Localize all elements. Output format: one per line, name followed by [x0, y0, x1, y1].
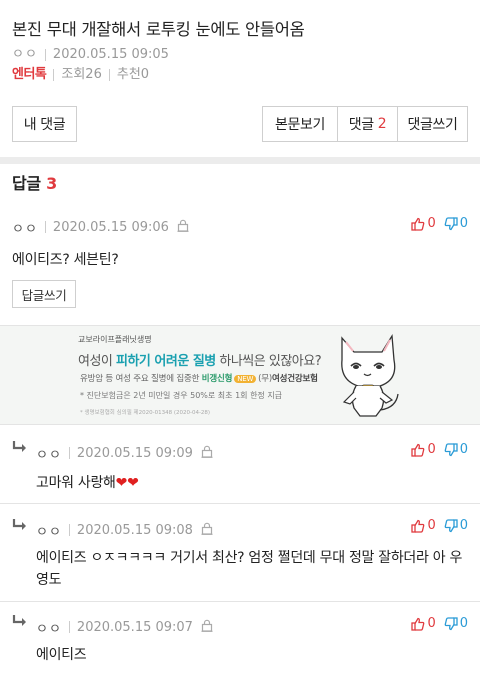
reply-meta: ㅇㅇ 2020.05.15 09:08 — [36, 521, 213, 540]
divider — [68, 524, 70, 536]
reply-datetime: 2020.05.15 09:08 — [76, 522, 193, 538]
ad-description: 유방암 등 여성 주요 질병에 집중한 비갱신형 NEW (무)여성건강보험 — [80, 372, 318, 384]
downvote-count: 0 — [459, 518, 468, 533]
divider — [68, 447, 70, 459]
upvote-count: 0 — [427, 518, 436, 533]
reply-datetime: 2020.05.15 09:09 — [76, 445, 193, 461]
post-likes: 추천0 — [116, 67, 150, 82]
reply-item: ㅇㅇ 2020.05.15 09:08 0 0 에이티즈 ㅇㅈㅋㅋㅋㅋ 거기서 … — [0, 504, 480, 601]
comment-author: ㅇㅇ — [12, 221, 38, 237]
ad-approval: * 생명보험협회 심의필 제2020-01348 (2020-04-28) — [80, 410, 211, 416]
reply-text: 에이티즈 — [36, 647, 87, 663]
reply-arrow-icon — [12, 441, 26, 452]
reply-text: 고마워 사랑해❤❤ — [36, 475, 139, 491]
replies-count: 3 — [46, 174, 57, 193]
reply-button[interactable]: 답글쓰기 — [12, 280, 76, 308]
reply-arrow-icon — [12, 615, 26, 626]
divider — [53, 69, 55, 81]
ad-headline-highlight: 피하기 어려운 질병 — [116, 354, 216, 369]
post-author: ㅇㅇ — [12, 47, 38, 62]
post-meta-stats: 엔터톡 조회26 추천0 — [12, 66, 468, 84]
comment-text: 에이티즈? 세븐틴? — [12, 252, 119, 268]
ad-desc-name: 여성건강보험 — [272, 374, 318, 384]
upvote-button[interactable]: 0 — [411, 442, 436, 457]
downvote-count: 0 — [459, 442, 468, 457]
comments-label: 댓글 — [348, 117, 374, 133]
upvote-button[interactable]: 0 — [411, 518, 436, 533]
post-category-link[interactable]: 엔터톡 — [12, 66, 47, 84]
reply-author: ㅇㅇ — [36, 621, 62, 637]
thumbs-down-icon — [444, 518, 458, 532]
ad-desc-product: 비갱신형 — [201, 374, 233, 384]
upvote-count: 0 — [427, 616, 436, 631]
comment-toolbar: 내 댓글 본문보기 댓글 2 댓글쓰기 — [12, 106, 468, 142]
post-header: 본진 무대 개잘해서 로투킹 눈에도 안들어옴 ㅇㅇ 2020.05.15 09… — [0, 0, 480, 86]
reply-meta: ㅇㅇ 2020.05.15 09:07 — [36, 618, 213, 637]
section-divider — [0, 157, 480, 164]
my-comments-button[interactable]: 내 댓글 — [12, 106, 77, 142]
reply-author: ㅇㅇ — [36, 524, 62, 540]
upvote-count: 0 — [427, 216, 436, 231]
post-views: 조회26 — [61, 67, 102, 82]
ad-desc-pre: 유방암 등 여성 주요 질병에 집중한 — [80, 374, 202, 384]
thumbs-up-icon — [411, 443, 425, 457]
divider — [108, 69, 110, 81]
cat-mascot-icon — [341, 333, 399, 417]
comment-votes: 0 0 — [403, 216, 468, 231]
report-icon[interactable] — [177, 219, 189, 236]
comment-button-group: 본문보기 댓글 2 댓글쓰기 — [262, 106, 468, 142]
thumbs-down-icon — [444, 616, 458, 630]
comment-meta: ㅇㅇ 2020.05.15 09:06 — [12, 218, 189, 237]
upvote-button[interactable]: 0 — [411, 216, 436, 231]
upvote-button[interactable]: 0 — [411, 616, 436, 631]
upvote-count: 0 — [427, 442, 436, 457]
thumbs-up-icon — [411, 519, 425, 533]
reply-votes: 0 0 — [403, 616, 468, 631]
comment-datetime: 2020.05.15 09:06 — [52, 219, 169, 235]
downvote-button[interactable]: 0 — [444, 616, 468, 631]
comments-count: 2 — [377, 116, 387, 132]
reply-item: ㅇㅇ 2020.05.15 09:09 0 0 고마워 사랑해❤❤ — [0, 426, 480, 503]
reply-votes: 0 0 — [403, 518, 468, 533]
reply-item: ㅇㅇ 2020.05.15 09:07 0 0 에이티즈 — [0, 602, 480, 686]
reply-datetime: 2020.05.15 09:07 — [76, 619, 193, 635]
write-comment-button[interactable]: 댓글쓰기 — [397, 107, 467, 141]
thumbs-up-icon — [411, 217, 425, 231]
thumbs-up-icon — [411, 617, 425, 631]
comment-item: ㅇㅇ 2020.05.15 09:06 0 0 에이티즈? 세븐틴? 답글쓰기 — [0, 200, 480, 325]
replies-header: 답글 3 — [12, 170, 57, 194]
ad-disclaimer: * 진단보험금은 2년 미만일 경우 50%로 최초 1회 한정 지급 — [80, 391, 283, 400]
reply-text: 에이티즈 ㅇㅈㅋㅋㅋㅋ 거기서 최산? 엄정 쩔던데 무대 정말 잘하더라 아 … — [36, 550, 463, 588]
downvote-count: 0 — [459, 616, 468, 631]
reply-meta: ㅇㅇ 2020.05.15 09:09 — [36, 444, 213, 463]
reply-arrow-icon — [12, 519, 26, 530]
ad-brand: 교보라이프플래닛생명 — [78, 335, 152, 344]
view-post-button[interactable]: 본문보기 — [263, 107, 337, 141]
thumbs-down-icon — [444, 442, 458, 456]
ad-headline-pre: 여성이 — [78, 354, 117, 369]
downvote-count: 0 — [459, 216, 468, 231]
thumbs-down-icon — [444, 216, 458, 230]
report-icon[interactable] — [201, 445, 213, 462]
downvote-button[interactable]: 0 — [444, 442, 468, 457]
post-title: 본진 무대 개잘해서 로투킹 눈에도 안들어옴 — [12, 20, 305, 39]
divider — [44, 221, 46, 233]
post-datetime: 2020.05.15 09:05 — [52, 47, 169, 62]
reply-author: ㅇㅇ — [36, 447, 62, 463]
ad-headline: 여성이 피하기 어려운 질병 하나씩은 있잖아요? — [78, 350, 322, 369]
downvote-button[interactable]: 0 — [444, 518, 468, 533]
ad-new-badge: NEW — [234, 375, 257, 383]
divider — [44, 49, 46, 61]
comments-button[interactable]: 댓글 2 — [337, 107, 397, 141]
replies-label: 답글 — [12, 174, 41, 193]
post-meta-author: ㅇㅇ 2020.05.15 09:05 — [12, 46, 468, 64]
divider — [68, 621, 70, 633]
report-icon[interactable] — [201, 619, 213, 636]
reply-votes: 0 0 — [403, 442, 468, 457]
report-icon[interactable] — [201, 522, 213, 539]
ad-headline-post: 하나씩은 있잖아요? — [215, 354, 322, 369]
ad-desc-post: (무) — [258, 374, 273, 384]
downvote-button[interactable]: 0 — [444, 216, 468, 231]
ad-banner[interactable]: 교보라이프플래닛생명 여성이 피하기 어려운 질병 하나씩은 있잖아요? 유방암… — [0, 325, 480, 425]
